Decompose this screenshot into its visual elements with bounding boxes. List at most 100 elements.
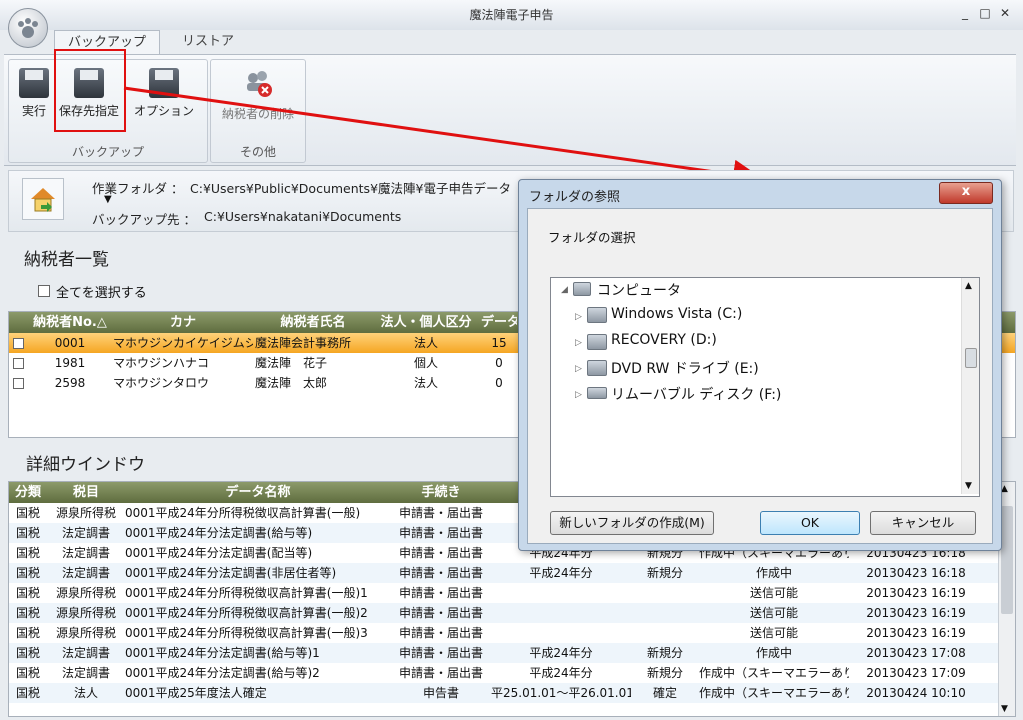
table-row[interactable]: 国税 法定調書 0001平成24年分法定調書(給与等)2 申請書・届出書 平成24年分 新… bbox=[9, 663, 999, 683]
cell-c3: 0001平成24年分所得税徴収高計算書(一般)2 bbox=[125, 606, 368, 620]
table-row[interactable]: 国税 法人 0001平成25年度法人確定 申告書 平25.01.01〜平26.01.01… bbox=[9, 683, 999, 703]
cell-c5: 平25.01.01〜平26.01.01 bbox=[491, 686, 631, 700]
cell-c8: 20130423 16:18 bbox=[866, 566, 966, 580]
cell-c4: 申請書・届出書 bbox=[398, 586, 483, 600]
expand-icon[interactable]: ▷ bbox=[575, 312, 582, 322]
backup-dest-label: バックアップ先 ： bbox=[92, 212, 196, 227]
cell-c5: 平成24年分 bbox=[529, 646, 593, 660]
cell-c7: 作成中（スキーマエラーあり） bbox=[699, 666, 849, 680]
cell-c1: 国税 bbox=[15, 666, 40, 680]
tree-item-computer[interactable]: コンピュータ bbox=[597, 280, 681, 300]
tree-item-drive-e[interactable]: DVD RW ドライブ (E:) bbox=[611, 358, 759, 378]
cell-c1: 国税 bbox=[15, 646, 40, 660]
col-taxpayer-no[interactable]: 納税者No.△ bbox=[29, 312, 111, 333]
scroll-down-icon[interactable]: ▼ bbox=[965, 481, 972, 491]
scroll-up-icon[interactable]: ▲ bbox=[1001, 484, 1008, 494]
col-category[interactable]: 分類 bbox=[9, 482, 47, 503]
expand-icon[interactable]: ▷ bbox=[575, 364, 582, 374]
cell-c3: 0001平成24年分法定調書(配当等) bbox=[125, 546, 313, 560]
tree-scrollbar[interactable]: ▲ ▼ bbox=[961, 278, 979, 494]
cell-c2: 法定調書 bbox=[61, 546, 110, 560]
new-folder-button[interactable]: 新しいフォルダの作成(M) bbox=[550, 511, 714, 535]
table-row[interactable]: 国税 法定調書 0001平成24年分法定調書(給与等)1 申請書・届出書 平成24年分 新… bbox=[9, 643, 999, 663]
col-type[interactable]: 法人・個人区分 bbox=[373, 312, 479, 333]
tree-item-drive-d[interactable]: RECOVERY (D:) bbox=[611, 332, 717, 348]
cell-c7: 送信可能 bbox=[749, 606, 798, 620]
col-procedure[interactable]: 手続き bbox=[393, 482, 489, 503]
expand-icon[interactable]: ▷ bbox=[575, 338, 582, 348]
cell-c3: 0001平成25年度法人確定 bbox=[125, 686, 267, 700]
dialog-prompt: フォルダの選択 bbox=[548, 230, 636, 245]
taxpayer-list-title: 納税者一覧 bbox=[24, 250, 109, 270]
col-data-name[interactable]: データ名称 bbox=[125, 482, 391, 503]
browse-folder-dialog: フォルダの参照 x フォルダの選択 ◢ コンピュータ ▷ Windows Vis… bbox=[518, 179, 1002, 551]
cell-c4: 申告書 bbox=[422, 686, 459, 700]
cancel-button[interactable]: キャンセル bbox=[870, 511, 976, 535]
dialog-title: フォルダの参照 bbox=[529, 190, 621, 205]
application-window: 魔法陣電子申告 _ □ ✕ バックアップ リストア 実行 保存先指定 オプション… bbox=[0, 0, 1023, 720]
cell-c2: 源泉所得税 bbox=[55, 586, 116, 600]
cell-c2: 源泉所得税 bbox=[55, 626, 116, 640]
select-all-label: 全てを選択する bbox=[56, 286, 147, 301]
cell-c2: 法定調書 bbox=[61, 566, 110, 580]
col-name[interactable]: 納税者氏名 bbox=[255, 312, 371, 333]
cell-c7: 送信可能 bbox=[749, 586, 798, 600]
cell-c4: 申請書・届出書 bbox=[398, 606, 483, 620]
cell-c2: 法定調書 bbox=[61, 646, 110, 660]
expand-arrow-icon[interactable]: ▼ bbox=[104, 194, 112, 205]
table-row[interactable]: 国税 法定調書 0001平成24年分法定調書(非居住者等) 申請書・届出書 平成24年分… bbox=[9, 563, 999, 583]
dialog-body: フォルダの選択 ◢ コンピュータ ▷ Windows Vista (C:) ▷ … bbox=[527, 208, 993, 544]
tree-item-drive-f[interactable]: リムーバブル ディスク (F:) bbox=[611, 384, 781, 404]
cell-c7: 送信可能 bbox=[749, 626, 798, 640]
hard-drive-icon bbox=[587, 334, 607, 350]
cell-c7: 作成中（スキーマエラーあり） bbox=[699, 686, 849, 700]
col-data[interactable]: データ bbox=[481, 312, 517, 333]
dvd-drive-icon bbox=[587, 360, 607, 376]
collapse-icon[interactable]: ◢ bbox=[561, 285, 568, 295]
tree-item-drive-c[interactable]: Windows Vista (C:) bbox=[611, 306, 742, 322]
cell-c4: 申請書・届出書 bbox=[398, 666, 483, 680]
cell-c8: 20130423 16:19 bbox=[866, 626, 966, 640]
backup-dest-path: C:¥Users¥nakatani¥Documents bbox=[204, 209, 402, 224]
ok-button[interactable]: OK bbox=[760, 511, 860, 535]
cell-c2: 源泉所得税 bbox=[55, 506, 116, 520]
cell-c3: 0001平成24年分法定調書(給与等) bbox=[125, 526, 313, 540]
cell-c1: 国税 bbox=[15, 506, 40, 520]
cell-c8: 20130423 16:19 bbox=[866, 606, 966, 620]
house-folder-icon[interactable] bbox=[22, 178, 64, 220]
cell-c3: 0001平成24年分所得税徴収高計算書(一般) bbox=[125, 506, 361, 520]
row-checkbox[interactable] bbox=[13, 338, 24, 349]
row-checkbox[interactable] bbox=[13, 358, 24, 369]
cell-c2: 源泉所得税 bbox=[55, 606, 116, 620]
cell-c6: 新規分 bbox=[646, 566, 683, 580]
cell-c5: 平成24年分 bbox=[529, 666, 593, 680]
cell-c6: 新規分 bbox=[646, 666, 683, 680]
col-kana[interactable]: カナ bbox=[113, 312, 253, 333]
cell-c6: 確定 bbox=[652, 686, 677, 700]
scroll-up-icon[interactable]: ▲ bbox=[965, 281, 972, 291]
cell-c4: 申請書・届出書 bbox=[398, 506, 483, 520]
hard-drive-icon bbox=[587, 307, 607, 323]
table-row[interactable]: 国税 源泉所得税 0001平成24年分所得税徴収高計算書(一般)3 申請書・届出書 送信… bbox=[9, 623, 999, 643]
table-row[interactable]: 国税 源泉所得税 0001平成24年分所得税徴収高計算書(一般)2 申請書・届出書 送信… bbox=[9, 603, 999, 623]
cell-c3: 0001平成24年分法定調書(給与等)2 bbox=[125, 666, 320, 680]
dialog-close-button[interactable]: x bbox=[939, 182, 993, 204]
select-all-checkbox[interactable] bbox=[38, 285, 50, 297]
folder-tree[interactable]: ◢ コンピュータ ▷ Windows Vista (C:) ▷ RECOVERY… bbox=[550, 277, 980, 497]
scroll-thumb[interactable] bbox=[1001, 506, 1013, 614]
cell-c8: 20130423 17:08 bbox=[866, 646, 966, 660]
cell-c1: 国税 bbox=[15, 606, 40, 620]
removable-disk-icon bbox=[587, 387, 607, 399]
cell-c3: 0001平成24年分所得税徴収高計算書(一般)3 bbox=[125, 626, 368, 640]
cell-c1: 国税 bbox=[15, 546, 40, 560]
cell-c3: 0001平成24年分法定調書(給与等)1 bbox=[125, 646, 320, 660]
cell-c6: 新規分 bbox=[646, 646, 683, 660]
col-tax-item[interactable]: 税目 bbox=[49, 482, 123, 503]
cell-c4: 申請書・届出書 bbox=[398, 646, 483, 660]
cell-c4: 申請書・届出書 bbox=[398, 626, 483, 640]
scroll-thumb[interactable] bbox=[965, 348, 977, 368]
expand-icon[interactable]: ▷ bbox=[575, 390, 582, 400]
scroll-down-icon[interactable]: ▼ bbox=[1001, 704, 1008, 714]
row-checkbox[interactable] bbox=[13, 378, 24, 389]
table-row[interactable]: 国税 源泉所得税 0001平成24年分所得税徴収高計算書(一般)1 申請書・届出書 送信… bbox=[9, 583, 999, 603]
